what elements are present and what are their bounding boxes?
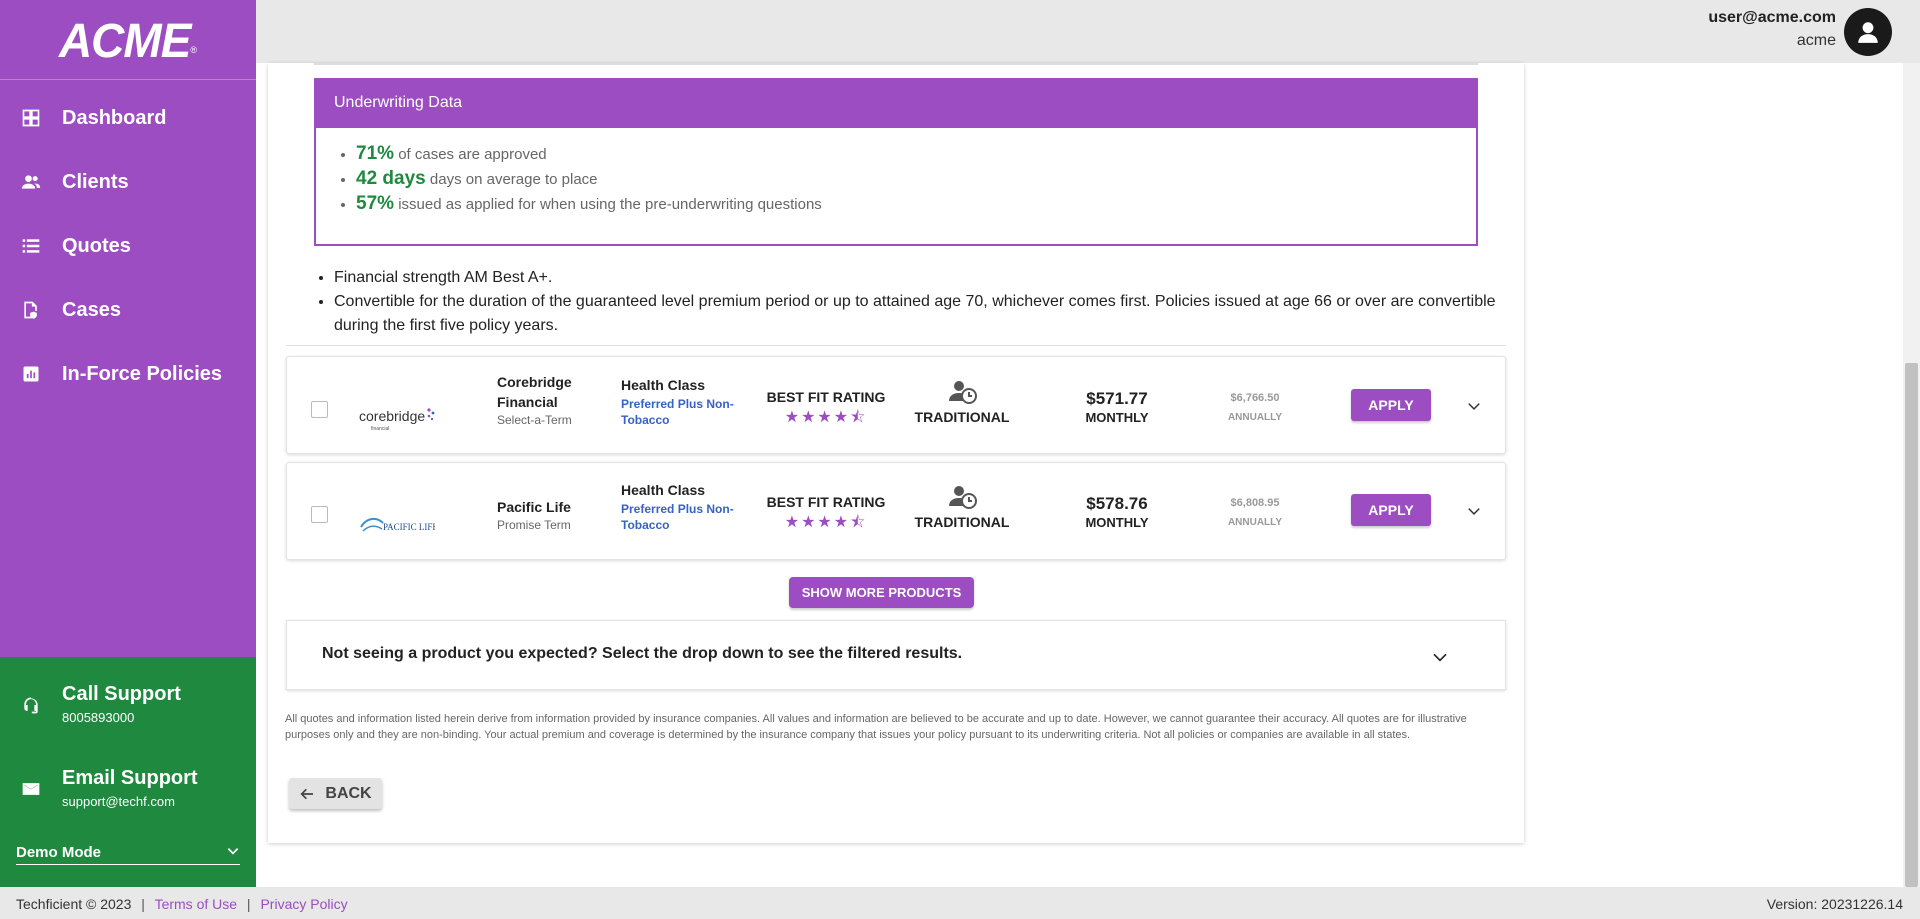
- filtered-results-text: Not seeing a product you expected? Selec…: [322, 645, 963, 662]
- disclaimer-text: All quotes and information listed herein…: [285, 713, 1467, 741]
- sidebar-item-cases[interactable]: Cases: [0, 278, 256, 342]
- underwriting-type: TRADITIONAL: [914, 409, 1010, 425]
- svg-text:corebridge: corebridge: [359, 408, 425, 424]
- sidebar-item-label: In-Force Policies: [62, 362, 223, 385]
- product-features: Financial strength AM Best A+. Convertib…: [286, 258, 1506, 346]
- cases-icon: [0, 300, 62, 320]
- monthly-label: MONTHLY: [1085, 410, 1149, 425]
- demo-mode-select[interactable]: Demo Mode: [16, 841, 240, 865]
- sidebar-item-dashboard[interactable]: Dashboard: [0, 86, 256, 150]
- apply-button[interactable]: APPLY: [1351, 494, 1431, 526]
- annual-label: ANNUALLY: [1227, 517, 1283, 528]
- underwriting-type: TRADITIONAL: [914, 514, 1010, 530]
- best-fit-rating-label: BEST FIT RATING: [766, 389, 886, 405]
- annual-label: ANNUALLY: [1227, 412, 1283, 423]
- traditional-underwriting-icon: [949, 486, 977, 509]
- monthly-price: $578.76: [1086, 494, 1148, 513]
- chevron-down-icon: [226, 844, 240, 862]
- underwriting-data-title: Underwriting Data: [316, 80, 1476, 128]
- annual-price: $6,808.95: [1230, 497, 1280, 509]
- user-info[interactable]: user@acme.com acme: [1708, 9, 1836, 50]
- health-class-value: Preferred Plus Non-Tobacco: [621, 397, 734, 427]
- sidebar-item-label: Clients: [62, 170, 129, 193]
- sidebar-item-label: Quotes: [62, 234, 131, 257]
- underwriting-stat: 42 days days on average to place: [356, 169, 1476, 188]
- sidebar-item-quotes[interactable]: Quotes: [0, 214, 256, 278]
- separator: |: [246, 896, 251, 912]
- star-rating: ★★★★⯪: [784, 514, 868, 531]
- monthly-price: $571.77: [1086, 389, 1148, 408]
- call-support[interactable]: Call Support 8005893000: [0, 683, 256, 725]
- user-icon: [1858, 22, 1878, 43]
- headset-icon: [0, 683, 62, 725]
- footer: Techficient © 2023 | Terms of Use | Priv…: [0, 887, 1920, 919]
- sidebar: ACME ® Dashboard Clients Quotes Cases In-…: [0, 0, 256, 887]
- back-label: BACK: [325, 784, 372, 802]
- terms-of-use-link[interactable]: Terms of Use: [155, 896, 237, 912]
- health-class-label: Health Class: [621, 377, 706, 393]
- privacy-policy-link[interactable]: Privacy Policy: [260, 896, 347, 912]
- chevron-down-icon[interactable]: [1432, 649, 1448, 665]
- email-support[interactable]: Email Support support@techf.com: [0, 767, 256, 809]
- mail-icon: [0, 767, 62, 809]
- separator: |: [141, 896, 145, 912]
- corebridge-logo: corebridge financial: [359, 408, 435, 432]
- plan-name: Select-a-Term: [497, 413, 572, 427]
- call-support-title: Call Support: [62, 683, 181, 705]
- arrow-left-icon: [300, 788, 314, 799]
- underwriting-stat: 57% issued as applied for when using the…: [356, 194, 1476, 213]
- copyright: Techficient © 2023: [16, 896, 132, 912]
- svg-text:financial: financial: [371, 426, 389, 432]
- underwriting-stats: 71% of cases are approved 42 days days o…: [316, 128, 1476, 213]
- user-org: acme: [1796, 32, 1836, 49]
- version-text: Version: 20231226.14: [1766, 896, 1903, 912]
- annual-price: $6,766.50: [1230, 392, 1280, 404]
- pacific-life-logo: PACIFIC LIFE: [360, 517, 435, 532]
- traditional-underwriting-icon: [949, 381, 977, 404]
- underwriting-stat: 71% of cases are approved: [356, 144, 1476, 163]
- feature-item: Financial strength AM Best A+.: [334, 266, 1506, 290]
- sidebar-item-clients[interactable]: Clients: [0, 150, 256, 214]
- svg-text:PACIFIC LIFE: PACIFIC LIFE: [383, 522, 435, 532]
- email-support-title: Email Support: [62, 767, 198, 789]
- product-row: PACIFIC LIFE Pacific Life Promise Term H…: [286, 462, 1506, 560]
- sidebar-item-label: Cases: [62, 298, 121, 321]
- show-more-products-button[interactable]: SHOW MORE PRODUCTS: [789, 577, 974, 608]
- clients-icon: [0, 172, 62, 192]
- product-row: corebridge financial Corebridge Financia…: [286, 356, 1506, 454]
- carrier-name: Corebridge Financial: [497, 374, 572, 410]
- user-email: user@acme.com: [1708, 9, 1836, 26]
- feature-item: Convertible for the duration of the guar…: [334, 290, 1506, 338]
- chevron-down-icon[interactable]: [1467, 504, 1481, 518]
- product-checkbox[interactable]: [311, 506, 328, 523]
- health-class-label: Health Class: [621, 482, 706, 498]
- apply-button[interactable]: APPLY: [1351, 389, 1431, 421]
- top-bar: user@acme.com acme: [256, 0, 1920, 63]
- plan-name: Promise Term: [497, 518, 571, 532]
- health-class-value: Preferred Plus Non-Tobacco: [621, 502, 734, 532]
- quotes-icon: [0, 236, 62, 256]
- support-panel: Call Support 8005893000 Email Support su…: [0, 657, 256, 887]
- dashboard-icon: [0, 108, 62, 128]
- chevron-down-icon[interactable]: [1467, 399, 1481, 413]
- sidebar-nav: Dashboard Clients Quotes Cases In-Force …: [0, 86, 256, 406]
- sidebar-item-in-force-policies[interactable]: In-Force Policies: [0, 342, 256, 406]
- sidebar-item-label: Dashboard: [62, 106, 167, 129]
- email-support-address[interactable]: support@techf.com: [62, 794, 198, 809]
- underwriting-data-panel: Underwriting Data 71% of cases are appro…: [314, 78, 1478, 246]
- call-support-number[interactable]: 8005893000: [62, 710, 181, 725]
- product-checkbox[interactable]: [311, 401, 328, 418]
- best-fit-rating-label: BEST FIT RATING: [766, 494, 886, 510]
- scrollbar-thumb[interactable]: [1905, 363, 1918, 887]
- monthly-label: MONTHLY: [1085, 515, 1149, 530]
- back-button[interactable]: BACK: [289, 778, 382, 809]
- star-rating: ★★★★⯪: [784, 409, 868, 426]
- carrier-name: Pacific Life: [497, 499, 571, 515]
- acme-logo[interactable]: ACME ®: [0, 0, 256, 80]
- divider: [314, 63, 1478, 65]
- avatar[interactable]: [1844, 8, 1892, 56]
- filtered-results-expander[interactable]: Not seeing a product you expected? Selec…: [286, 620, 1506, 690]
- chart-icon: [0, 364, 62, 384]
- demo-mode-value: Demo Mode: [16, 844, 102, 861]
